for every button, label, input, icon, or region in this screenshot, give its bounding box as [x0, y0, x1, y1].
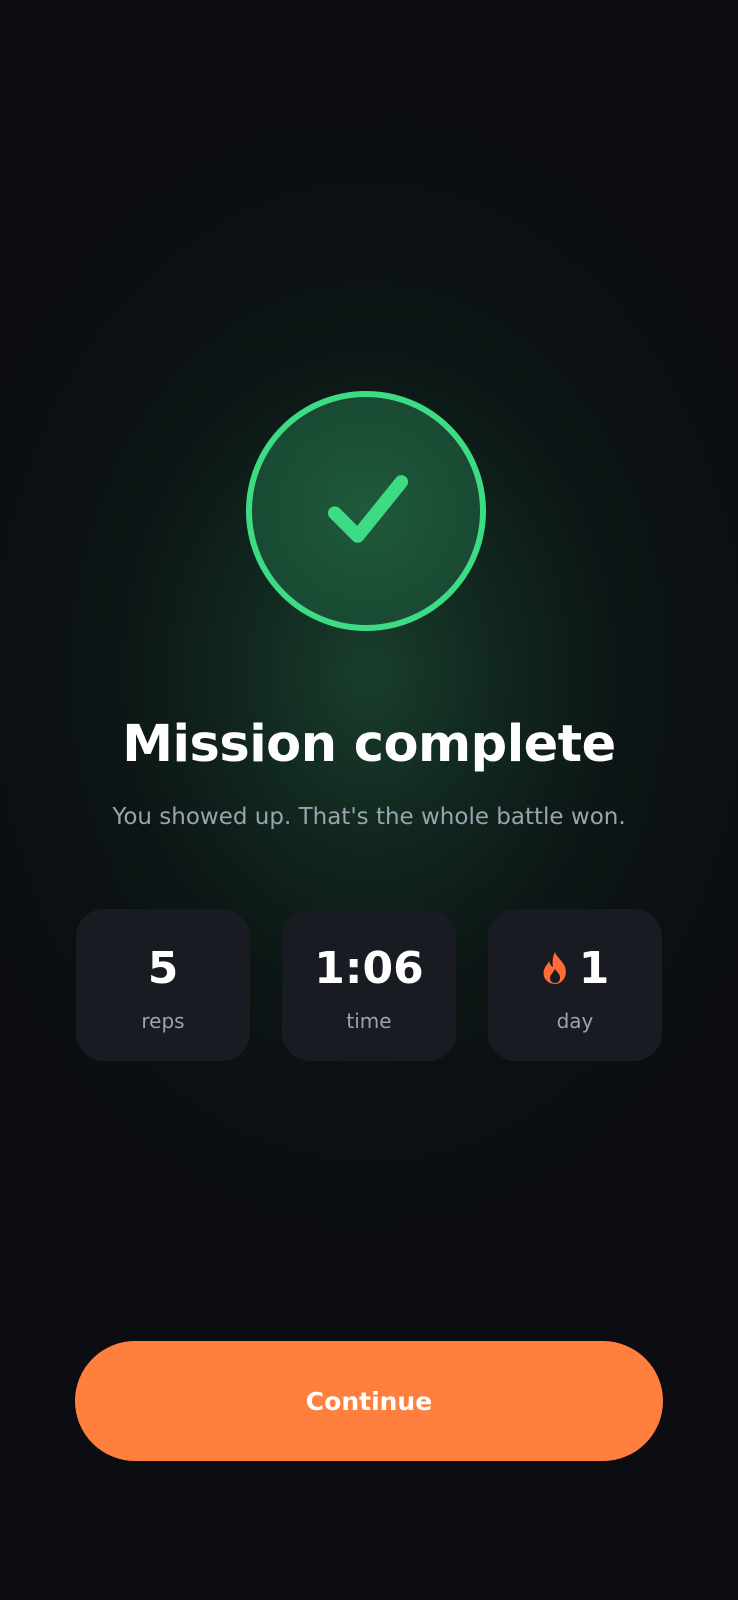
- checkmark-icon: [328, 475, 409, 543]
- mission-complete-screen: Mission complete You showed up. That's t…: [0, 0, 738, 1600]
- stat-value-text: 1: [578, 942, 610, 994]
- stat-value-reps: 5: [76, 941, 250, 995]
- flame-icon: [543, 952, 566, 984]
- page-title: Mission complete: [122, 715, 616, 774]
- success-badge: [246, 391, 486, 631]
- stat-value-text: 1:06: [314, 942, 424, 994]
- stat-label-time: time: [346, 1009, 392, 1033]
- stat-value-time: 1:06: [282, 941, 456, 995]
- stat-label-reps: reps: [141, 1009, 185, 1033]
- continue-button[interactable]: Continue: [75, 1341, 663, 1461]
- stat-card-streak: 1 day: [488, 909, 662, 1061]
- stat-card-reps: 5 reps: [76, 909, 250, 1061]
- stat-label-streak: day: [556, 1009, 594, 1033]
- stat-value-streak: 1: [488, 941, 662, 995]
- stat-value-text: 5: [147, 942, 179, 994]
- stat-card-time: 1:06 time: [282, 909, 456, 1061]
- page-subtitle: You showed up. That's the whole battle w…: [112, 804, 626, 830]
